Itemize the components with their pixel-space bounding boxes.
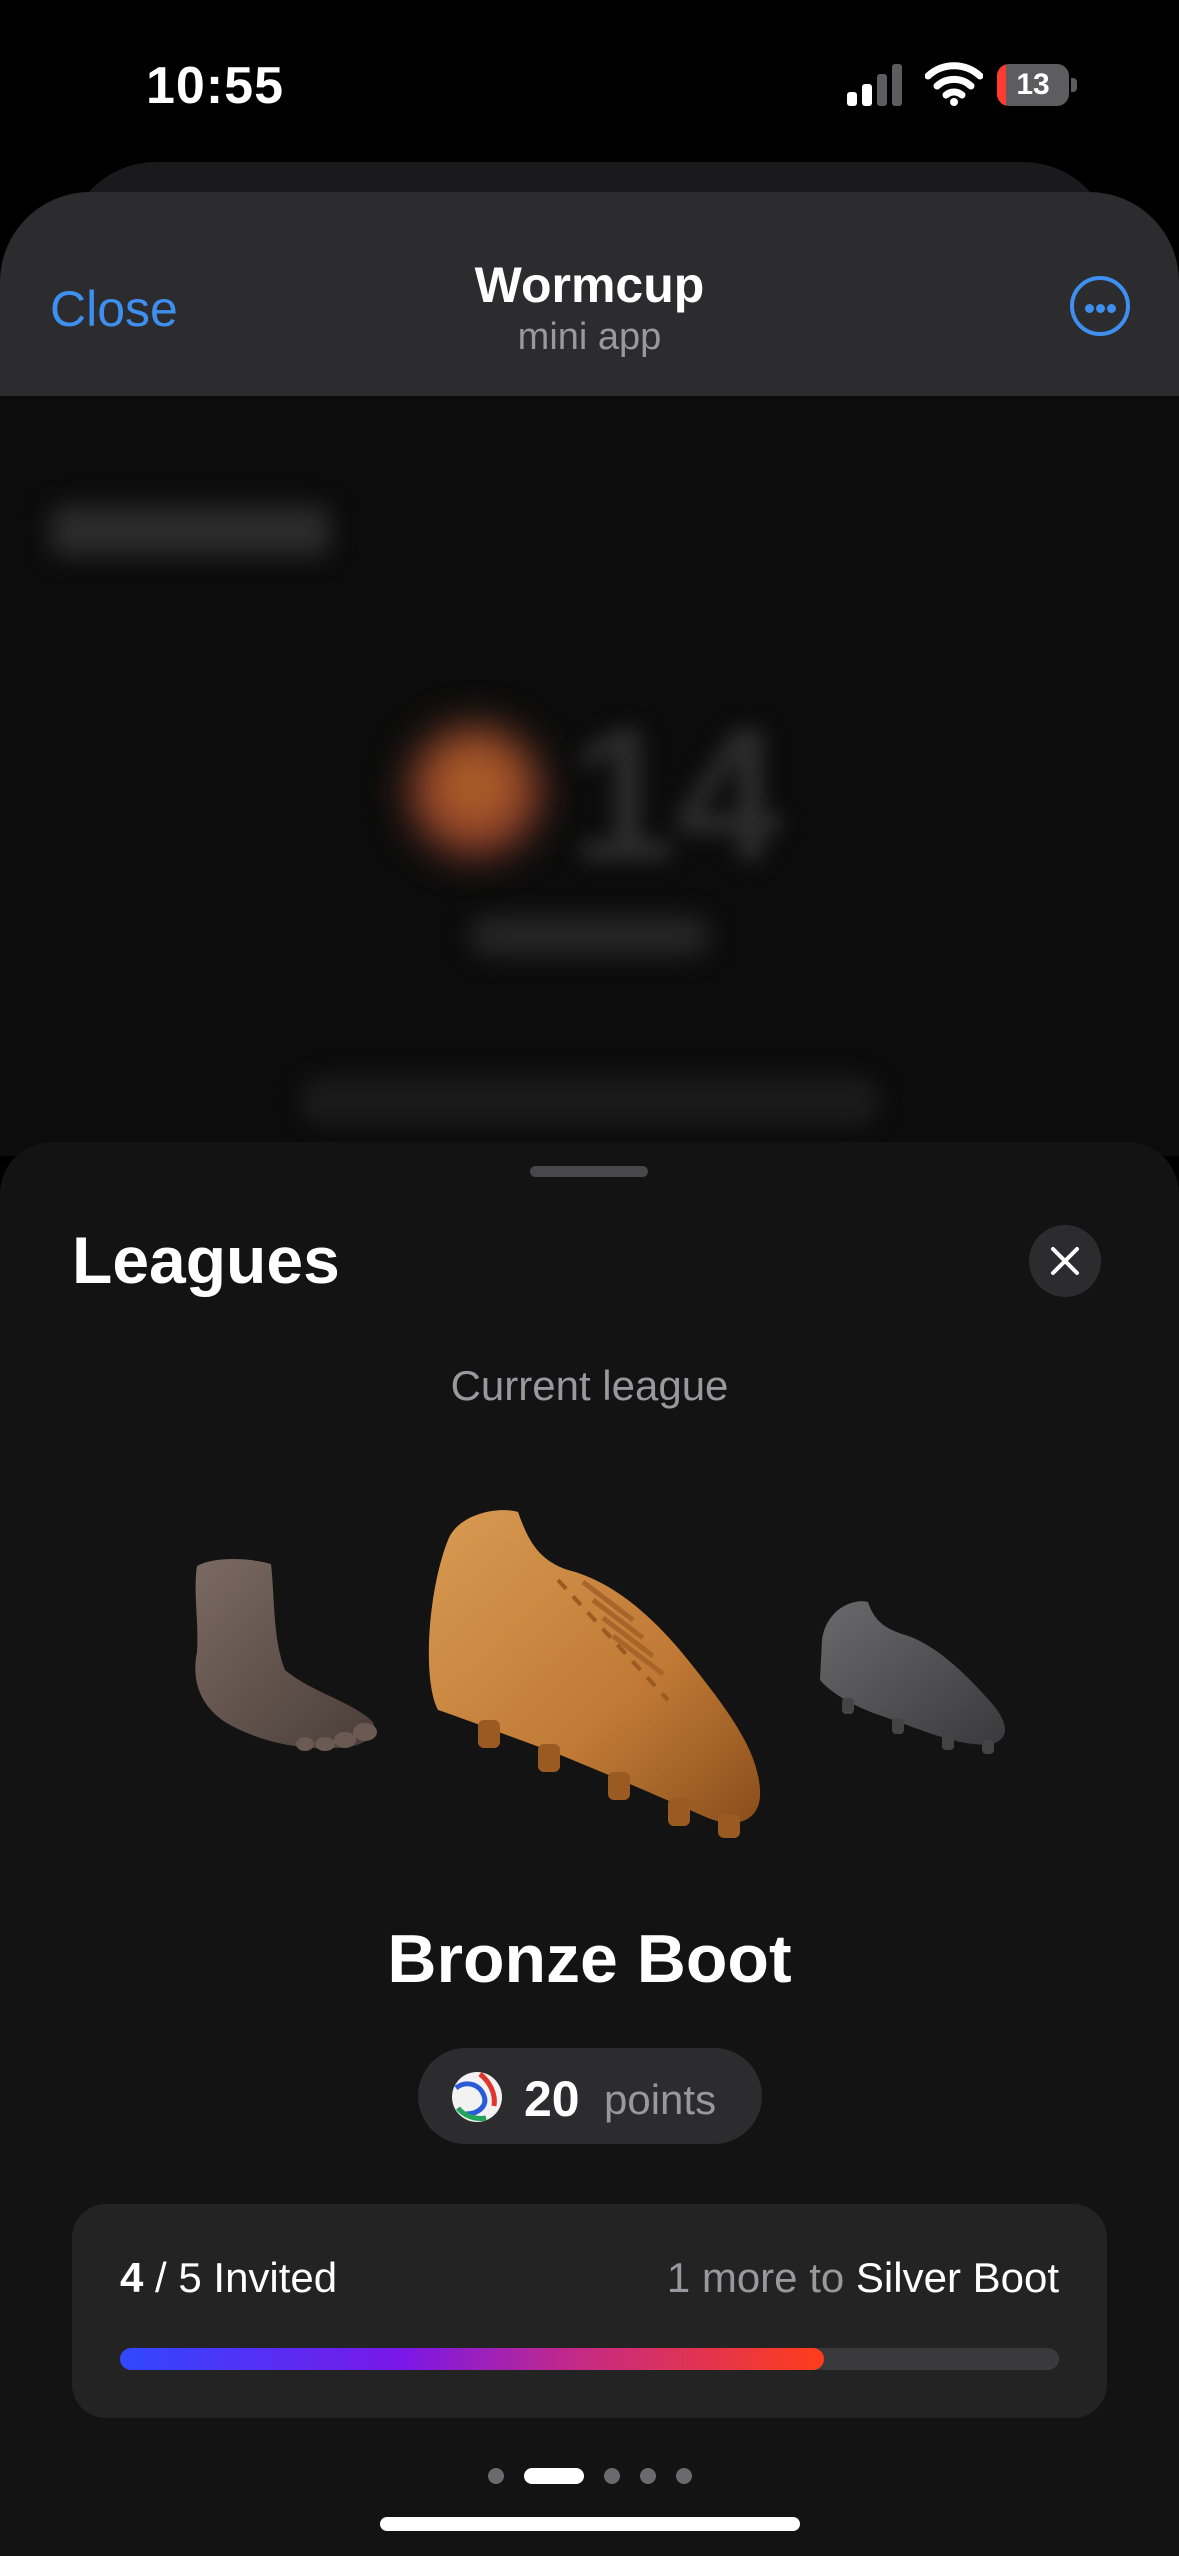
invite-progress-card: 4 / 5 Invited 1 more to Silver Boot — [72, 2204, 1107, 2418]
pagination-dot[interactable] — [603, 2468, 620, 2484]
next-league-prefix: 1 more to — [666, 2254, 856, 2301]
close-icon — [1051, 1247, 1079, 1275]
status-bar: 10:55 13 — [0, 0, 1179, 160]
battery-percentage: 13 — [1016, 68, 1050, 101]
current-league-label: Current league — [450, 1362, 729, 1409]
status-time: 10:55 — [146, 57, 284, 115]
invited-separator: / — [143, 2254, 179, 2301]
blurred-subtitle — [470, 916, 710, 956]
sheet-close-button[interactable] — [1029, 1225, 1101, 1297]
invite-progress-fill — [120, 2348, 825, 2370]
more-icon[interactable] — [1070, 276, 1130, 336]
signal-icon — [847, 64, 902, 106]
foot-icon[interactable] — [185, 1552, 385, 1762]
blurred-app-content: 14 — [0, 396, 1179, 1156]
battery-icon: 13 — [997, 64, 1077, 106]
invited-label: Invited — [201, 2254, 338, 2301]
sheet-drag-handle[interactable] — [530, 1166, 648, 1177]
next-league-name: Silver Boot — [855, 2254, 1059, 2301]
app-title: Wormcup — [474, 257, 705, 313]
pagination-dot[interactable] — [523, 2468, 584, 2484]
next-league-hint: 1 more to Silver Boot — [667, 2254, 1059, 2302]
app-subtitle: mini app — [517, 316, 662, 358]
ball-icon — [452, 2072, 502, 2122]
bronze-boot-icon[interactable] — [418, 1500, 778, 1850]
pagination-dot[interactable] — [675, 2468, 692, 2484]
invited-current: 4 — [120, 2254, 144, 2301]
silver-boot-icon[interactable] — [812, 1580, 1012, 1760]
blurred-balance: 14 — [570, 689, 782, 901]
blurred-coin-icon — [410, 726, 540, 856]
points-label: points — [604, 2076, 717, 2123]
pagination-dot[interactable] — [639, 2468, 656, 2484]
invite-progress-bar — [120, 2348, 1059, 2370]
blurred-title — [50, 506, 330, 556]
home-indicator — [380, 2517, 800, 2531]
pagination-dot[interactable] — [487, 2468, 504, 2484]
invite-count: 4 / 5 Invited — [120, 2254, 337, 2302]
wifi-icon — [925, 62, 983, 106]
sheet-title: Leagues — [72, 1223, 340, 1297]
carousel-pagination[interactable] — [0, 2468, 1179, 2484]
league-name: Bronze Boot — [387, 1921, 792, 1997]
points-value: 20 — [524, 2071, 580, 2127]
blurred-bar — [300, 1076, 880, 1126]
invited-total: 5 — [178, 2254, 202, 2301]
points-badge: 20 points — [418, 2048, 762, 2144]
